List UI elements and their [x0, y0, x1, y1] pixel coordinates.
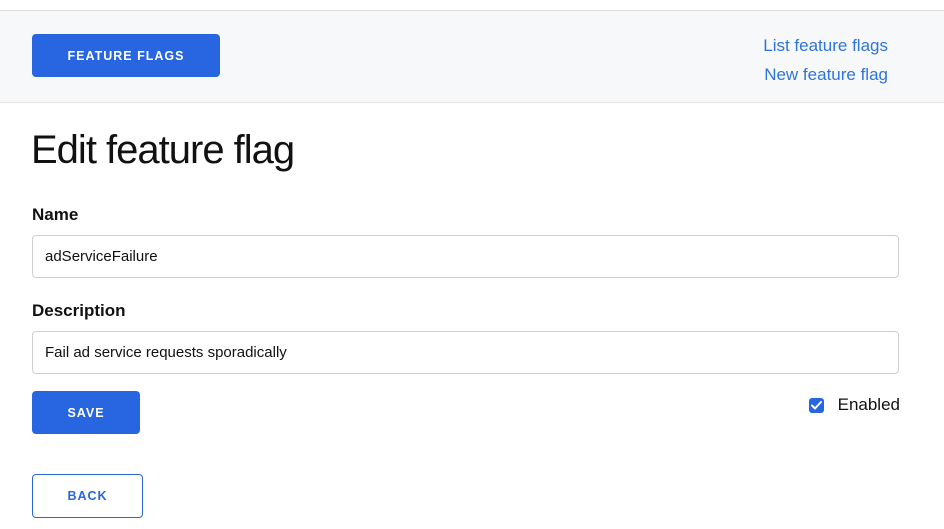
checkmark-icon	[810, 400, 822, 409]
header-nav: List feature flags New feature flag	[763, 35, 888, 86]
name-label: Name	[32, 205, 79, 224]
back-button[interactable]: BACK	[32, 474, 143, 518]
feature-flags-button[interactable]: FEATURE FLAGS	[32, 34, 220, 77]
enabled-checkbox[interactable]	[808, 397, 824, 413]
list-feature-flags-link[interactable]: List feature flags	[763, 35, 888, 57]
new-feature-flag-link[interactable]: New feature flag	[764, 64, 888, 86]
enabled-label: Enabled	[837, 395, 900, 414]
description-label: Description	[32, 301, 126, 320]
save-button[interactable]: SAVE	[32, 391, 140, 434]
header-bar: FEATURE FLAGS List feature flags New fea…	[0, 11, 944, 103]
page-title: Edit feature flag	[31, 128, 295, 172]
description-input[interactable]	[32, 331, 899, 374]
enabled-toggle: Enabled	[808, 395, 900, 415]
name-input[interactable]	[32, 235, 899, 278]
